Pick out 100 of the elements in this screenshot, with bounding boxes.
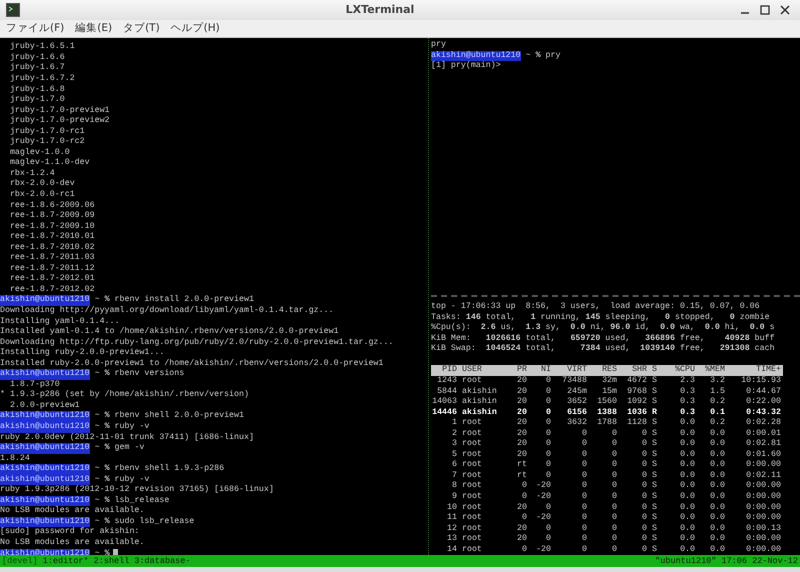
terminal-line: Downloading http://pyyaml.org/download/libyaml/yaml-0.1.4.tar.gz... [0, 306, 334, 317]
table-cell-text: 0 [611, 428, 617, 440]
terminal-line: jruby-1.7.0-rc1 [8, 126, 85, 137]
table-cell-text: akishin [461, 386, 498, 397]
table-cell-text: 0 [521, 513, 527, 524]
menu-item[interactable]: タブ(T) [123, 21, 160, 36]
table-cell-text: S [651, 524, 658, 534]
table-cell-text: -20 [535, 492, 551, 503]
prompt-user: akishin@ubuntu1210 [0, 443, 90, 454]
terminal-line: ree-1.8.7-2012.01 [8, 274, 95, 285]
table-cell-text: 0:00.00 [745, 534, 781, 545]
table-cell-text: S [651, 502, 658, 514]
table-cell-text: 3 [451, 439, 457, 450]
table-cell-text: 0.0 [679, 502, 695, 514]
table-cell-text: 0 [611, 524, 617, 534]
terminal-line: No LSB modules are available. [0, 538, 144, 549]
table-cell-text: 0:00.13 [745, 524, 781, 534]
table-cell-text: 0:00.01 [745, 428, 781, 440]
table-cell-text: 0.0 [679, 544, 695, 556]
window-tab[interactable]: 3:database- [134, 556, 190, 566]
table-cell-text: 0 [581, 534, 587, 545]
table-cell-text: S [651, 428, 658, 440]
table-cell-text: 12 [446, 524, 457, 534]
terminal-line: ruby 2.0.0dev (2012-11-01 trunk 37411) [i686-linux] [0, 432, 254, 443]
terminal-line: %Cpu(s): 2.6 us, 1.3 sy, 0.0 ni, 96.0 id, 0.0 wa, 0.0 hi, 0.0 s [431, 323, 775, 334]
maximize-icon[interactable] [760, 4, 770, 15]
table-cell-text: 0.0 [679, 470, 695, 482]
table-cell-text: 5844 [436, 386, 457, 398]
table-cell-text: 13 [446, 534, 457, 545]
table-cell-text: 0:01.60 [745, 450, 781, 460]
table-cell-text: 15m [601, 386, 617, 398]
terminal-line: jruby-1.7.0-preview2 [8, 116, 110, 127]
table-cell-text: 20 [516, 397, 527, 408]
table-cell-text: 0.0 [679, 428, 695, 440]
table-cell-text: 20 [516, 418, 527, 429]
menu-item[interactable]: 編集(E) [75, 21, 112, 36]
table-cell-text: S [651, 534, 658, 545]
table-cell-text: 0 [521, 544, 527, 556]
table-cell-text: 0:43.32 [745, 408, 781, 418]
terminal-line: jruby-1.6.6 [8, 52, 65, 63]
table-cell-text: root [461, 470, 483, 482]
table-cell-text: 0 [581, 481, 587, 492]
table-cell-text: 0 [545, 502, 551, 514]
table-cell-text: 0 [611, 439, 617, 450]
terminal-line: 1.8.24 [0, 454, 30, 464]
table-cell-text: 0:00.00 [745, 544, 781, 556]
terminal-line: [1] pry(main)> [431, 61, 501, 72]
terminal-line: jruby-1.7.0 [8, 95, 65, 106]
window-tab[interactable]: 2:shell [94, 556, 130, 566]
table-cell-text: 0 [545, 418, 551, 429]
table-cell-text: 20 [516, 376, 527, 387]
table-cell-text: 0 [641, 544, 647, 556]
table-cell-text: 3632 [566, 418, 587, 429]
table-cell-text: 0.0 [679, 534, 695, 545]
table-cell-text: root [461, 524, 483, 534]
menu-item[interactable]: ファイル(F) [6, 21, 64, 36]
terminal-line: ree-1.8.7-2010.02 [8, 242, 95, 254]
table-cell-text: 0.0 [709, 428, 725, 440]
menu-item[interactable]: ヘルプ(H) [170, 21, 220, 36]
table-cell-text: 1 [451, 418, 457, 429]
column-header: VIRT [566, 365, 587, 376]
table-cell-text: 0 [641, 502, 647, 514]
table-cell-text: root [461, 460, 483, 471]
table-cell-text: 3652 [566, 397, 587, 408]
table-cell-text: 0 [581, 502, 587, 514]
column-header: %CPU [674, 365, 695, 376]
table-cell-text: 5 [451, 450, 457, 460]
table-cell-text: root [461, 428, 483, 440]
table-cell-text: 0.0 [709, 502, 725, 514]
close-icon[interactable] [780, 4, 790, 15]
table-cell-text: S [651, 439, 658, 450]
table-cell-text: 0 [581, 513, 587, 524]
table-cell-text: 0 [545, 470, 551, 482]
column-header: RES [601, 365, 617, 376]
table-cell-text: 1128 [626, 418, 647, 429]
table-cell-text: 245m [566, 386, 587, 398]
table-cell-text: 0 [545, 408, 551, 418]
terminal-line: jruby-1.7.0-rc2 [8, 137, 85, 148]
table-cell-text: root [461, 502, 483, 514]
terminal-line: jruby-1.6.7.2 [8, 74, 75, 84]
table-cell-text: 0.0 [679, 492, 695, 503]
window-tab[interactable]: 1:editor* [42, 556, 89, 566]
table-cell-text: 0 [581, 492, 587, 503]
table-cell-text: 20 [516, 439, 527, 450]
table-cell-text: 0:00.00 [745, 513, 781, 524]
table-cell-text: 0 [641, 534, 647, 545]
table-cell-text: 0.0 [709, 439, 725, 450]
table-cell-text: 1.5 [709, 386, 725, 398]
table-cell-text: 0.1 [709, 408, 725, 418]
table-cell-text: root [461, 534, 483, 545]
table-cell-text: 6 [451, 460, 457, 471]
terminal-line: Installing yaml-0.1.4... [0, 316, 120, 327]
table-cell-text: 0.0 [679, 418, 695, 429]
table-cell-text: 0 [641, 460, 647, 471]
table-cell-text: R [651, 408, 658, 418]
table-cell-text: 20 [516, 386, 527, 398]
table-cell-text: 0 [545, 397, 551, 408]
table-cell-text: 2.3 [679, 376, 695, 387]
terminal-line: Installing ruby-2.0.0-preview1... [0, 348, 164, 359]
table-cell-text: 20 [516, 450, 527, 460]
